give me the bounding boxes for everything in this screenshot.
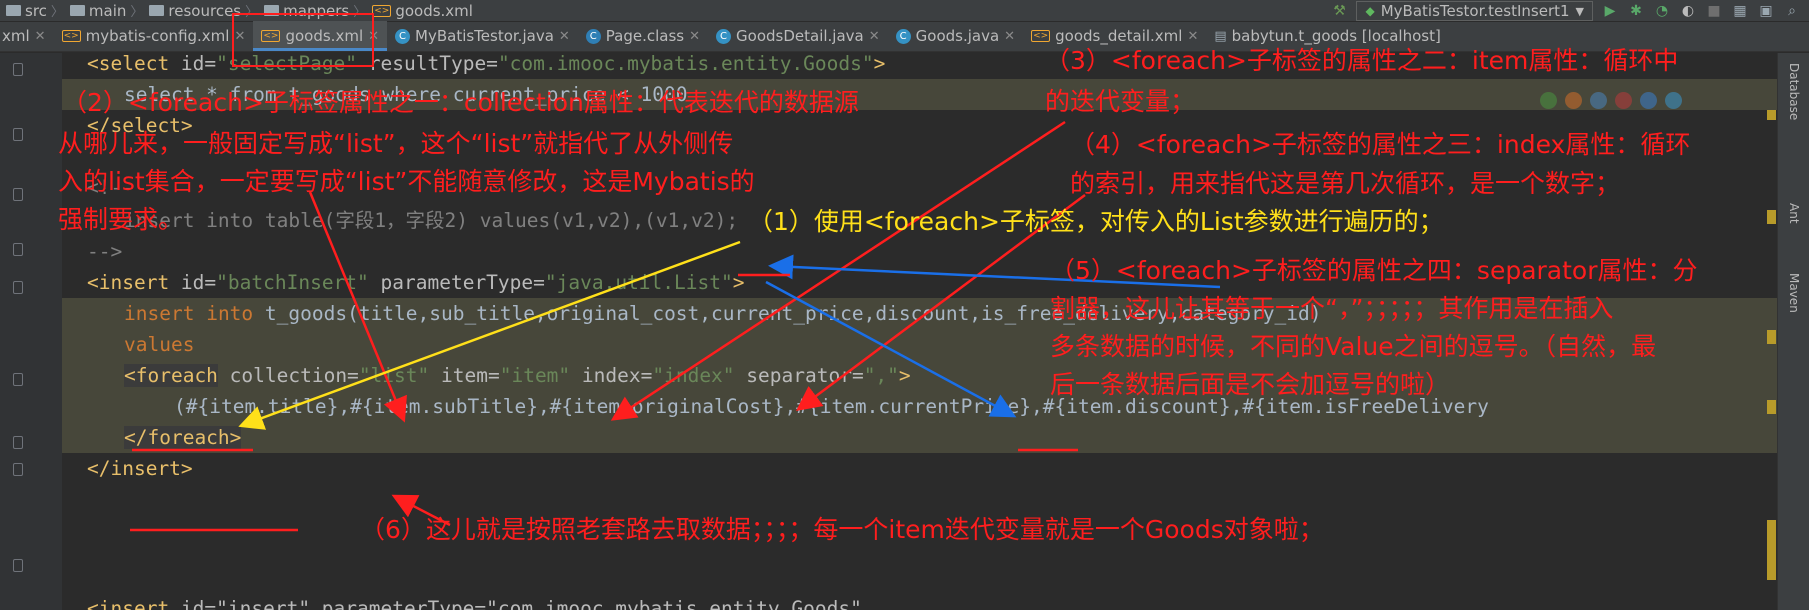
scroll-marker [1767, 400, 1776, 414]
run-config-select[interactable]: ◆ MyBatisTestor.testInsert1 ▼ [1356, 1, 1593, 21]
code-line: </foreach> [62, 422, 1777, 453]
fold-marker[interactable] [13, 373, 23, 386]
close-icon[interactable]: ✕ [869, 29, 880, 44]
annotation-2-line2: 从哪儿来，一般固定写成“list”，这个“list”就指代了从外侧传 [58, 129, 734, 158]
fold-marker[interactable] [13, 243, 23, 256]
annotation-5-line4: 后一条数据后面是不会加逗号的啦） [1050, 370, 1451, 399]
right-tool-panel: Database Ant Maven [1777, 53, 1809, 610]
annotation-5-line3: 多条数据的时候，不同的Value之间的逗号。（自然，最 [1050, 332, 1657, 361]
breadcrumb-item-resources[interactable]: resources [143, 2, 245, 20]
run-toolbar: ⚒ ◆ MyBatisTestor.testInsert1 ▼ ▶ ✱ ◔ ◐ … [1330, 0, 1809, 22]
tab-goods-java[interactable]: C Goods.java ✕ [888, 21, 1023, 51]
edge-icon[interactable] [1665, 92, 1682, 109]
tab-mybatis-config[interactable]: <> mybatis-config.xml ✕ [54, 21, 254, 51]
annotation-2-line3: 入的list集合，一定要写成“list”不能随意修改，这是Mybatis的 [58, 167, 755, 196]
xml-file-icon: <> [61, 30, 81, 42]
fold-marker[interactable] [13, 128, 23, 141]
code-line: <foreach collection="list" item="item" i… [62, 360, 1777, 391]
code-line: <insert id="insert" parameterType="com.i… [87, 597, 862, 610]
close-icon[interactable]: ✕ [234, 29, 245, 44]
tab-xml[interactable]: xml ✕ [0, 21, 54, 51]
terminal-icon[interactable]: ▣ [1757, 2, 1775, 20]
fold-marker[interactable] [13, 463, 23, 476]
annotation-2-line4: 强制要求。 [58, 205, 184, 234]
maven-panel-tab[interactable]: Maven [1787, 273, 1801, 313]
folder-icon [69, 5, 85, 16]
tab-goodsdetail[interactable]: C GoodsDetail.java ✕ [708, 21, 888, 51]
editor-gutter [0, 53, 62, 610]
annotation-2-line1: （2）<foreach>子标签属性之一：collection属性：代表迭代的数据… [62, 88, 859, 117]
ant-panel-tab[interactable]: Ant [1787, 203, 1801, 224]
database-panel-tab[interactable]: Database [1787, 63, 1801, 120]
annotation-5-line2: 割器，这儿让其等于一个“，”；；；；；其作用是在插入 [1050, 294, 1614, 323]
browser-preview-bar [1540, 92, 1682, 109]
class-file-icon: C [585, 28, 601, 44]
fold-marker[interactable] [13, 559, 23, 572]
breadcrumb-item-mappers[interactable]: mappers [258, 2, 353, 20]
scroll-marker [1767, 210, 1776, 224]
xml-file-icon: <> [1031, 30, 1051, 42]
xml-file-icon: <> [261, 30, 281, 42]
fold-marker[interactable] [13, 436, 23, 449]
code-line: (#{item.title},#{item.subTitle},#{item.o… [62, 391, 1777, 422]
scroll-marker [1767, 520, 1776, 580]
scroll-marker [1767, 110, 1776, 120]
hammer-icon[interactable]: ⚒ [1330, 2, 1348, 20]
breadcrumb-item-src[interactable]: src [0, 2, 51, 20]
java-class-icon: C [395, 28, 411, 44]
run-icon[interactable]: ▶ [1601, 2, 1619, 20]
debug-icon[interactable]: ✱ [1627, 2, 1645, 20]
annotation-6: （6）这儿就是按照老套路去取数据；；；；每一个item迭代变量就是一个Goods… [360, 515, 1324, 544]
annotation-3-line2: 的迭代变量； [1045, 87, 1196, 116]
tab-goods-xml[interactable]: <> goods.xml ✕ [253, 21, 388, 51]
search-everywhere-icon[interactable]: ⌕ [1783, 2, 1801, 20]
folder-icon [6, 5, 21, 16]
chevron-right-icon: 〉 [130, 5, 144, 20]
scroll-marker [1767, 330, 1776, 344]
code-line: </insert> [87, 457, 193, 480]
chevron-right-icon: 〉 [245, 5, 259, 20]
fold-marker[interactable] [13, 281, 23, 294]
annotation-1: （1）使用<foreach>子标签，对传入的List参数进行遍历的； [748, 207, 1444, 236]
database-table-icon: ▤ [1214, 28, 1227, 44]
tab-page-class[interactable]: C Page.class ✕ [578, 21, 708, 51]
folder-icon [264, 5, 280, 16]
junit-icon: ◆ [1365, 4, 1375, 18]
tab-mybatistestor[interactable]: C MyBatisTestor.java ✕ [387, 21, 578, 51]
firefox-icon[interactable] [1565, 92, 1582, 109]
safari-icon[interactable] [1590, 92, 1607, 109]
java-class-icon: C [895, 28, 911, 44]
annotation-5-line1: （5）<foreach>子标签的属性之四：separator属性：分 [1050, 256, 1698, 285]
close-icon[interactable]: ✕ [1187, 29, 1198, 44]
breadcrumb-item-main[interactable]: main [64, 2, 130, 20]
profile-icon[interactable]: ◐ [1679, 2, 1697, 20]
annotation-4-line2: 的索引，用来指代这是第几次循环，是一个数字； [1070, 169, 1621, 198]
annotation-4-line1: （4）<foreach>子标签的属性之三：index属性：循环 [1070, 130, 1691, 159]
close-icon[interactable]: ✕ [1004, 29, 1015, 44]
annotation-3-line1: （3）<foreach>子标签的属性之二：item属性：循环中 [1045, 46, 1679, 75]
fold-marker[interactable] [13, 188, 23, 201]
chrome-icon[interactable] [1540, 92, 1557, 109]
xml-file-icon: <> [372, 4, 392, 17]
breadcrumb-item-goods-xml[interactable]: <> goods.xml [366, 2, 477, 20]
fold-marker[interactable] [13, 63, 23, 76]
close-icon[interactable]: ✕ [559, 29, 570, 44]
close-icon[interactable]: ✕ [368, 29, 379, 44]
opera-icon[interactable] [1615, 92, 1632, 109]
chevron-right-icon: 〉 [50, 5, 64, 20]
java-class-icon: C [716, 28, 732, 44]
chevron-down-icon: ▼ [1575, 4, 1584, 18]
ie-icon[interactable] [1640, 92, 1657, 109]
chevron-right-icon: 〉 [353, 5, 367, 20]
stop-icon[interactable]: ■ [1705, 2, 1723, 20]
folder-icon [149, 5, 165, 16]
close-icon[interactable]: ✕ [35, 29, 46, 44]
close-icon[interactable]: ✕ [689, 29, 700, 44]
project-structure-icon[interactable]: ▦ [1731, 2, 1749, 20]
coverage-icon[interactable]: ◔ [1653, 2, 1671, 20]
